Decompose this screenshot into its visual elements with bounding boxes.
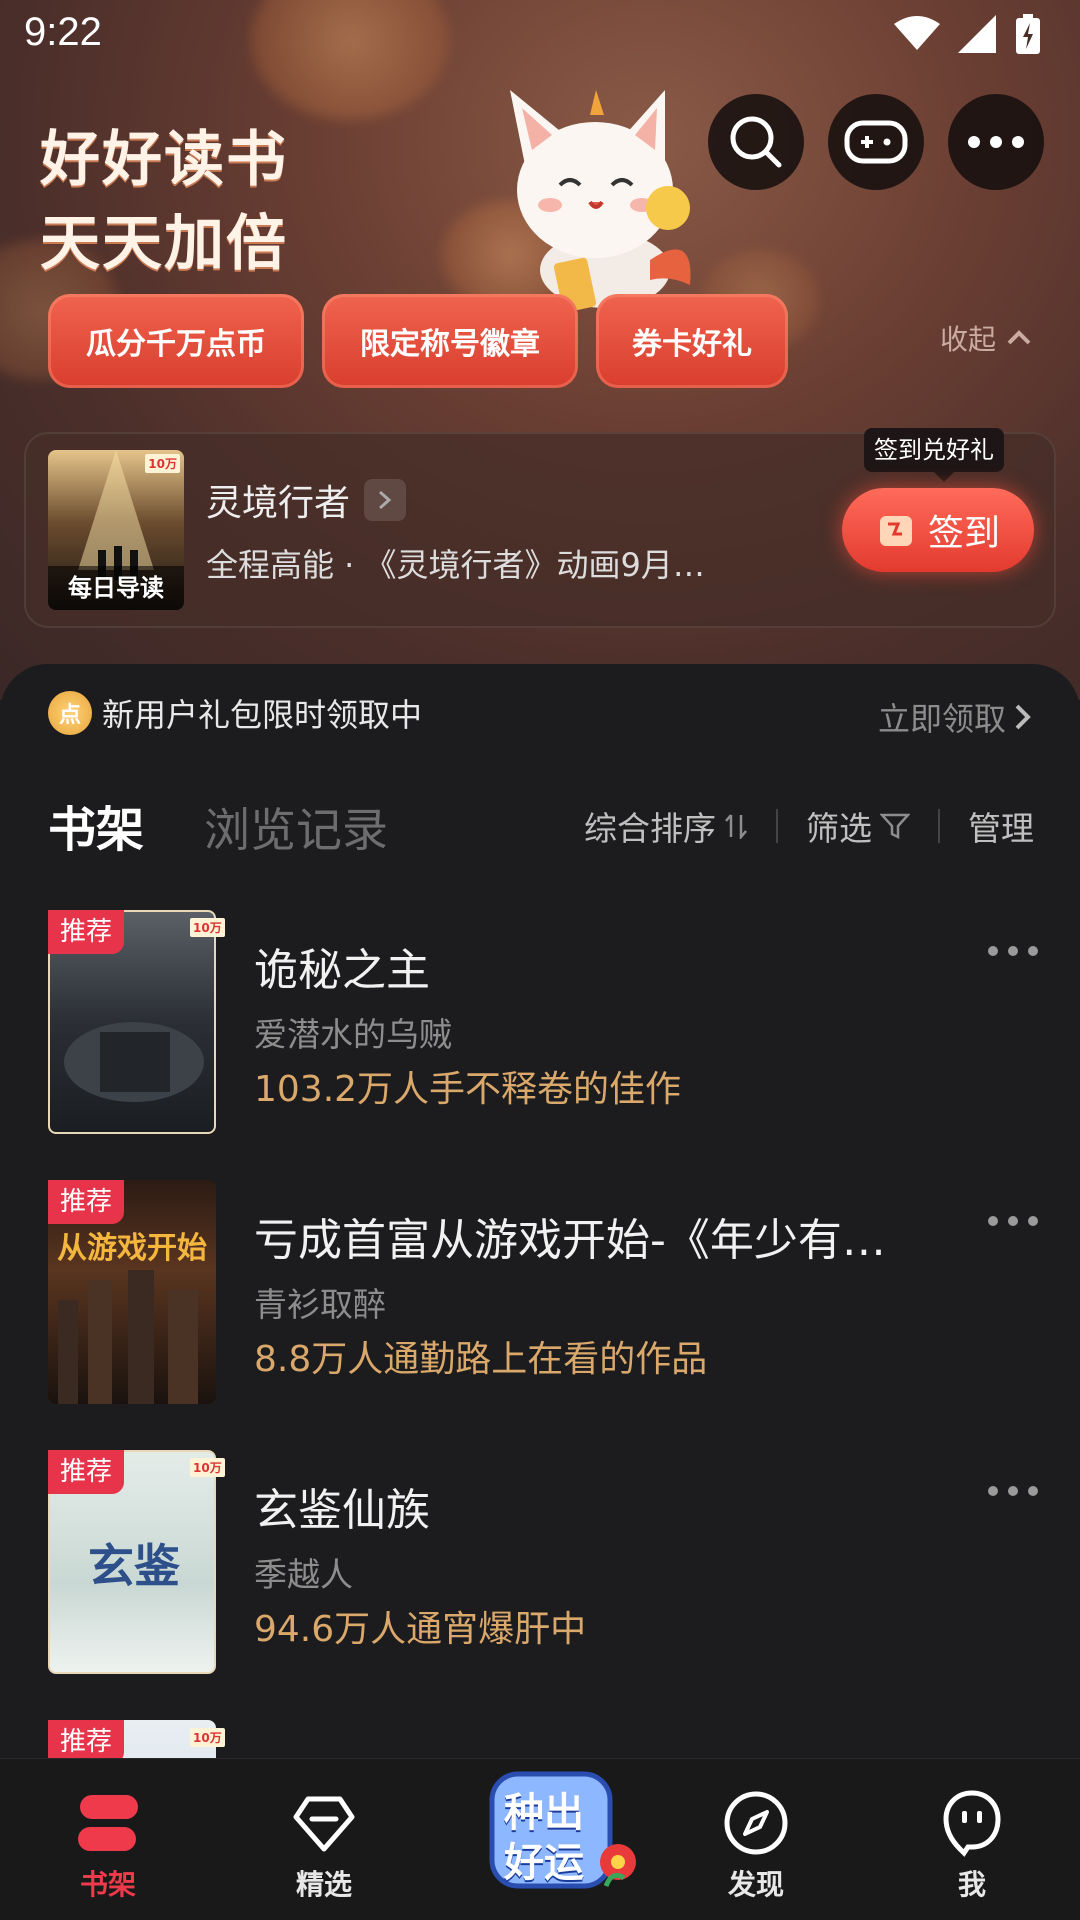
- checkin-label: 签到: [927, 513, 1000, 554]
- headline-line-2: 天天加倍: [40, 209, 288, 279]
- claim-now-label: 立即领取: [877, 700, 1006, 738]
- search-icon: [730, 116, 782, 168]
- pill-badge[interactable]: 限定称号徽章: [322, 294, 578, 388]
- recommend-badge: 推荐: [48, 910, 125, 954]
- book-author: 青衫取醉: [254, 1285, 386, 1324]
- book-title: 诡秘之主: [254, 945, 430, 996]
- diamond-icon: [293, 1796, 355, 1852]
- collapse-label: 收起: [939, 323, 996, 356]
- daily-book-title-row[interactable]: 灵境行者: [206, 474, 407, 526]
- daily-book-cover: 10万 每日导读: [48, 450, 184, 610]
- sort-button[interactable]: 综合排序: [584, 802, 748, 850]
- lucky-cat-mascot: [510, 90, 691, 310]
- status-time: 9:22: [24, 10, 102, 54]
- profile-face-icon: [943, 1790, 1001, 1857]
- filter-label: 筛选: [806, 809, 872, 848]
- hero-headline: 好好读书 天天加倍: [40, 118, 288, 286]
- cover-corner-badge: 10万: [190, 1728, 225, 1747]
- bookshelf-icon: [78, 1795, 138, 1851]
- cover-corner-badge: 10万: [190, 1458, 225, 1477]
- book-desc: 94.6万人通宵爆肝中: [254, 1609, 587, 1650]
- more-options-icon[interactable]: [988, 1216, 1038, 1226]
- daily-guide-label: 每日导读: [48, 566, 184, 610]
- sort-label: 综合排序: [584, 809, 716, 848]
- daily-book-title: 灵境行者: [206, 483, 351, 524]
- cover-corner-badge: 10万: [145, 454, 180, 473]
- more-options-icon[interactable]: [988, 1486, 1038, 1496]
- svg-text:从游戏开始: 从游戏开始: [57, 1231, 207, 1266]
- new-user-promo[interactable]: 点 新用户礼包限时领取中: [48, 690, 422, 736]
- sort-icon: [725, 814, 747, 839]
- recommend-badge: 推荐: [48, 1720, 125, 1760]
- coin-icon: 点: [48, 691, 92, 735]
- recommend-badge: 推荐: [48, 1180, 125, 1224]
- book-desc: 103.2万人手不释卷的佳作: [254, 1069, 682, 1110]
- more-options-icon[interactable]: [988, 946, 1038, 956]
- checkin-button[interactable]: 签到: [842, 488, 1034, 572]
- gamepad-icon: [844, 120, 908, 164]
- battery-charging-icon: [1016, 14, 1040, 54]
- daily-book-subtitle: 全程高能 · 《灵境行者》动画9月…: [206, 546, 705, 584]
- book-author: 季越人: [254, 1555, 353, 1594]
- book-item[interactable]: 推荐 10万: [48, 1720, 1038, 1760]
- promo-text: 新用户礼包限时领取中: [102, 696, 423, 734]
- lucky-event-badge[interactable]: 种出 好运: [486, 1766, 646, 1896]
- pill-vouchers[interactable]: 券卡好礼: [596, 294, 788, 388]
- nav-discover[interactable]: 发现: [686, 1759, 826, 1920]
- event-badge-line-2: 好运: [504, 1840, 584, 1886]
- book-item[interactable]: 玄鉴 推荐 10万 玄鉴仙族 季越人 94.6万人通宵爆肝中: [48, 1450, 1038, 1674]
- collapse-button[interactable]: 收起: [940, 318, 1032, 358]
- nav-bookshelf[interactable]: 书架: [38, 1759, 178, 1920]
- filter-button[interactable]: 筛选: [806, 802, 910, 850]
- shelf-tabs: 书架 浏览记录: [48, 790, 388, 864]
- gift-bag-icon: [879, 516, 912, 546]
- book-author: 爱潜水的乌贼: [254, 1015, 452, 1054]
- recommend-badge: 推荐: [48, 1450, 125, 1494]
- search-button[interactable]: [708, 94, 804, 190]
- filter-icon: [880, 813, 910, 840]
- book-desc: 8.8万人通勤路上在看的作品: [254, 1339, 708, 1380]
- headline-line-1: 好好读书: [40, 125, 288, 195]
- book-item[interactable]: 推荐 10万 诡秘之主 爱潜水的乌贼 103.2万人手不释卷的佳作: [48, 910, 1038, 1134]
- manage-button[interactable]: 管理: [968, 802, 1034, 850]
- nav-label-discover: 发现: [727, 1868, 784, 1901]
- book-item[interactable]: 从游戏开始 推荐 亏成首富从游戏开始-《年少有… 青衫取醉 8.8万人通勤路上在…: [48, 1180, 1038, 1404]
- nav-label-me: 我: [957, 1868, 986, 1901]
- chevron-up-icon: [1007, 330, 1031, 345]
- wifi-icon: [894, 16, 940, 50]
- status-bar: 9:22: [0, 0, 1080, 72]
- cover-corner-badge: 10万: [190, 918, 225, 937]
- compass-icon: [724, 1791, 788, 1855]
- more-icon: [968, 136, 1024, 148]
- checkin-tooltip: 签到兑好礼: [864, 428, 1004, 482]
- book-title: 玄鉴仙族: [254, 1485, 430, 1536]
- chevron-right-icon: [364, 479, 407, 521]
- game-button[interactable]: [828, 94, 924, 190]
- svg-text:玄鉴: 玄鉴: [88, 1539, 181, 1593]
- shelf-toolbar: 综合排序 筛选 管理: [584, 802, 1034, 850]
- tab-history[interactable]: 浏览记录: [204, 794, 388, 860]
- nav-me[interactable]: 我: [902, 1759, 1042, 1920]
- tab-bookshelf[interactable]: 书架: [48, 790, 144, 864]
- nav-featured[interactable]: 精选: [254, 1759, 394, 1920]
- book-title: 亏成首富从游戏开始-《年少有…: [254, 1215, 886, 1266]
- claim-now-link[interactable]: 立即领取: [878, 694, 1032, 740]
- nav-label-bookshelf: 书架: [79, 1868, 136, 1901]
- more-button[interactable]: [948, 94, 1044, 190]
- chevron-right-icon: [1015, 704, 1031, 730]
- nav-label-featured: 精选: [295, 1868, 352, 1901]
- signal-icon: [958, 15, 996, 53]
- pill-coins[interactable]: 瓜分千万点币: [48, 294, 304, 388]
